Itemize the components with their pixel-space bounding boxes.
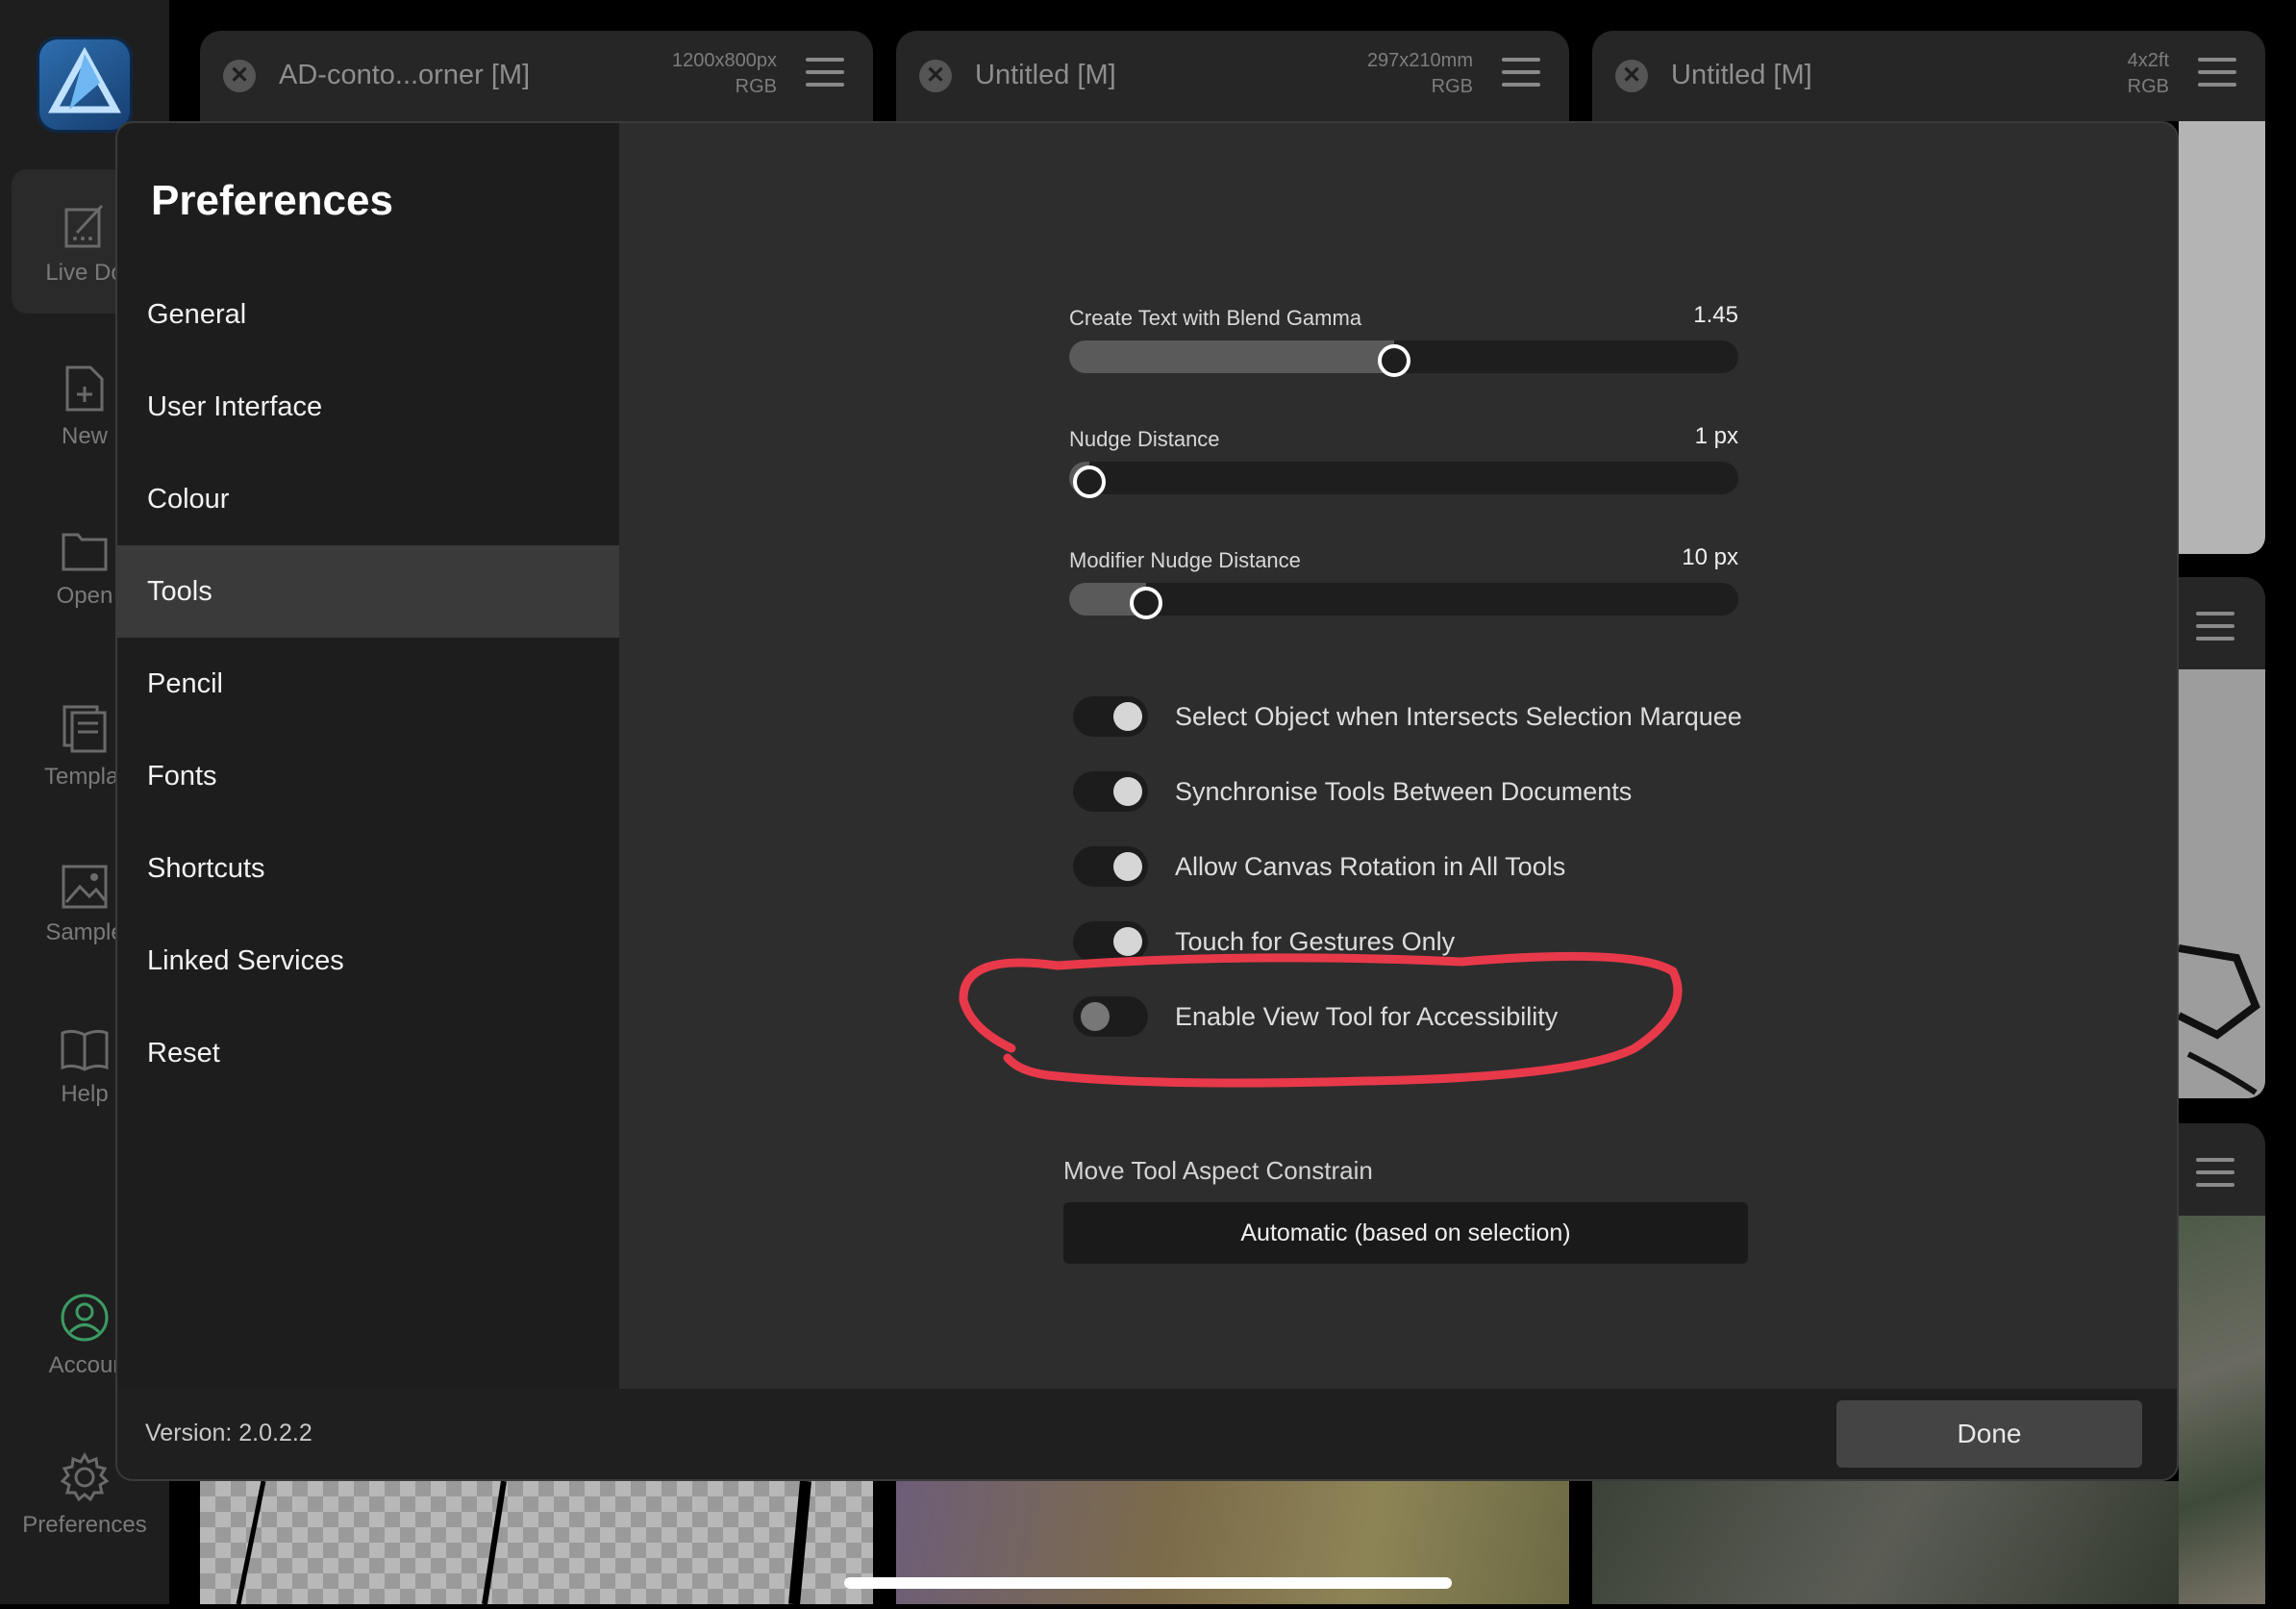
document-mode: RGB [1431,76,1473,97]
toggle-switch[interactable] [1073,696,1148,737]
slider-value: 1.45 [1693,302,1738,328]
document-size: 297x210mm [1366,50,1473,71]
preferences-dialog: Preferences General User Interface Colou… [115,121,2179,1481]
logo-icon [48,46,121,113]
slider-handle[interactable] [1072,465,1106,498]
toggle-knob [1113,702,1142,731]
slider-value: 1 px [1694,423,1738,449]
image-icon [62,865,108,909]
toggle-label: Synchronise Tools Between Documents [1175,777,1633,806]
stroke-artwork [236,1480,811,1605]
move-tool-aspect-dropdown[interactable]: Automatic (based on selection) [1063,1202,1748,1264]
move-tool-aspect-label: Move Tool Aspect Constrain [1063,1156,1373,1185]
version-label: Version: 2.0.2.2 [145,1420,312,1446]
new-document-icon [65,365,104,412]
toggle-knob [1113,777,1142,806]
slider-value: 10 px [1682,544,1738,570]
pref-nav-user-interface[interactable]: User Interface [117,361,619,453]
pref-nav-colour[interactable]: Colour [117,453,619,545]
document-card[interactable]: ✕ AD-conto...orner [M] 1200x800px RGB [200,31,873,121]
template-icon [62,705,107,753]
document-title: Untitled [M] [975,60,1116,90]
document-thumbnail[interactable] [2179,121,2265,554]
preferences-footer: Version: 2.0.2.2 Done [117,1389,2177,1479]
toggle-label: Select Object when Intersects Selection … [1175,702,1742,731]
toggle-switch[interactable] [1073,921,1148,962]
pref-nav-tools[interactable]: Tools [117,545,619,638]
document-card[interactable]: ✕ Untitled [M] 297x210mm RGB [896,31,1569,121]
nav-label: Help [61,1081,109,1107]
toggle-label: Touch for Gestures Only [1175,927,1456,956]
document-menu-icon[interactable] [2196,1158,2234,1195]
toggle-knob [1113,927,1142,956]
toggle-switch[interactable] [1073,846,1148,887]
pref-nav-reset[interactable]: Reset [117,1007,619,1099]
account-icon [61,1294,109,1342]
pref-nav-general[interactable]: General [117,268,619,361]
toggle-label: Enable View Tool for Accessibility [1175,1002,1559,1031]
document-card[interactable]: ✕ Untitled [M] 4x2ft RGB [1592,31,2265,121]
preferences-title: Preferences [151,177,393,224]
nav-label: Accour [48,1352,121,1378]
preferences-nav: Preferences General User Interface Colou… [117,123,619,1389]
document-menu-icon[interactable] [2198,58,2236,95]
slider-label: Nudge Distance [1069,427,1220,451]
slider-track[interactable] [1069,340,1738,377]
close-document-button[interactable]: ✕ [223,60,256,92]
sketch-artwork [2177,944,2260,1095]
toggle-knob [1081,1002,1110,1031]
slider-track[interactable] [1069,462,1738,498]
close-document-button[interactable]: ✕ [1615,60,1648,92]
close-document-button[interactable]: ✕ [919,60,952,92]
slider-handle[interactable] [1377,344,1410,377]
document-thumbnail[interactable] [2177,669,2265,1098]
map-thumbnail[interactable] [2179,1216,2265,1604]
document-meta: 1200x800px RGB [672,48,777,100]
pref-nav-linked-services[interactable]: Linked Services [117,915,619,1007]
slider-label: Modifier Nudge Distance [1069,548,1301,572]
document-menu-icon[interactable] [1502,58,1540,95]
nav-label: New [61,423,108,449]
document-menu-icon[interactable] [2196,612,2234,649]
nav-label: Sample [45,919,124,945]
nav-label: Open [56,583,113,609]
pref-nav-shortcuts[interactable]: Shortcuts [117,822,619,915]
document-title: Untitled [M] [1671,60,1812,90]
document-size: 4x2ft [2127,50,2169,71]
folder-icon [62,533,108,571]
slider-fill [1069,340,1394,373]
toggle-switch[interactable] [1073,771,1148,812]
slider-track[interactable] [1069,583,1738,619]
toggle-switch[interactable] [1073,996,1148,1037]
pref-nav-fonts[interactable]: Fonts [117,730,619,822]
gear-icon [60,1452,110,1502]
toggle-knob [1113,852,1142,881]
home-indicator[interactable] [844,1577,1452,1589]
document-menu-icon[interactable] [806,58,844,95]
nav-label: Templat [43,764,126,790]
slider-handle[interactable] [1130,587,1163,619]
document-mode: RGB [2127,76,2169,97]
document-title: AD-conto...orner [M] [279,60,531,90]
live-document-icon [64,204,104,248]
book-icon [61,1029,109,1071]
toggle-label: Allow Canvas Rotation in All Tools [1175,852,1566,881]
map-thumbnail[interactable] [1592,1481,2179,1604]
nav-label: Preferences [22,1512,147,1538]
document-meta: 4x2ft RGB [2128,48,2169,100]
transparent-thumbnail[interactable] [200,1480,873,1605]
done-button[interactable]: Done [1836,1400,2142,1468]
pref-nav-pencil[interactable]: Pencil [117,638,619,730]
document-meta: 297x210mm RGB [1367,48,1473,100]
affinity-designer-logo[interactable] [37,37,133,133]
slider-label: Create Text with Blend Gamma [1069,306,1362,330]
nav-label: Live Do [45,260,124,286]
document-size: 1200x800px [672,50,777,71]
document-mode: RGB [735,76,777,97]
